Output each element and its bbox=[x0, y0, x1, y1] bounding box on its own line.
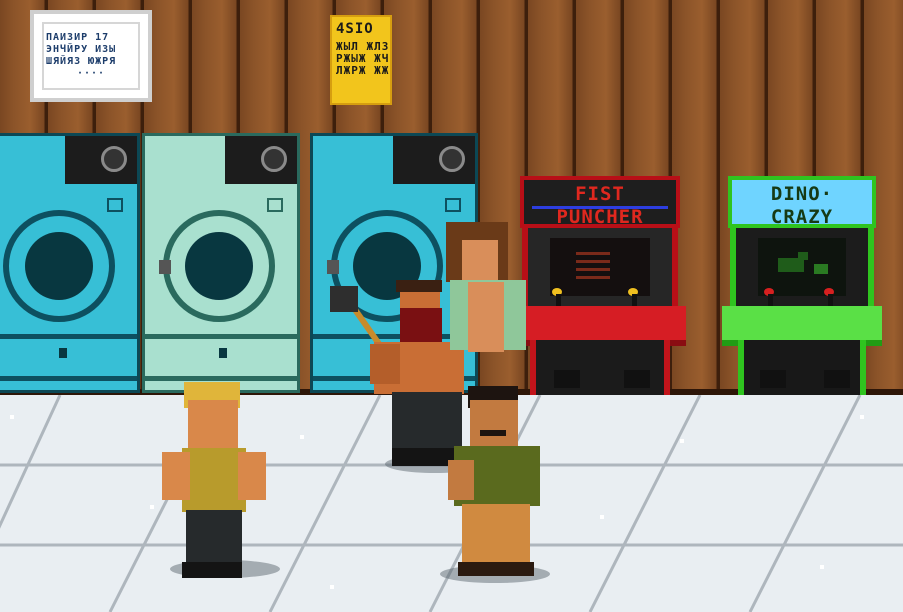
enemy-arm bbox=[448, 460, 474, 500]
arcade-screen-frame bbox=[522, 228, 678, 306]
washer-control-panel bbox=[145, 136, 297, 184]
washer-slot bbox=[267, 198, 283, 212]
arcade-screen bbox=[550, 238, 650, 296]
hammer-head bbox=[330, 286, 358, 312]
washer-control-panel bbox=[313, 136, 475, 184]
yellow-poster: 4SIO ЖЫЛ ЖЛЗ РЖЫЖ ЖЧ ЛЖРЖ ЖЖ bbox=[330, 15, 392, 105]
notice-line: ПАИЗИР 17 bbox=[46, 32, 110, 43]
player-tank-top bbox=[182, 448, 246, 512]
yellow-poster-text: 4SIO ЖЫЛ ЖЛЗ РЖЫЖ ЖЧ ЛЖРЖ ЖЖ bbox=[336, 21, 390, 77]
arcade-marquee: FIST PUNCHER bbox=[520, 176, 680, 228]
washer-door bbox=[163, 210, 275, 322]
notice-poster: ПАИЗИР 17 ЭНЧЙРУ ИЗЫ ШЯЙЯЗ ЮЖРЯ ···· bbox=[30, 10, 152, 102]
player-arm-left bbox=[162, 452, 190, 500]
game-scene: ПАИЗИР 17 ЭНЧЙРУ ИЗЫ ШЯЙЯЗ ЮЖРЯ ···· 4SI… bbox=[0, 0, 903, 612]
arcade-screen bbox=[758, 238, 846, 296]
notice-line: ШЯЙЯЗ ЮЖРЯ bbox=[46, 56, 117, 67]
player-pants bbox=[186, 510, 242, 566]
arcade-marquee: DINO· CRAZY bbox=[728, 176, 876, 228]
arcade-title-line: FIST bbox=[575, 183, 625, 205]
arcade-title-line: DINO· bbox=[770, 183, 834, 205]
notice-line: ···· bbox=[76, 68, 106, 79]
arcade-cabinet-dino-crazy: DINO· CRAZY bbox=[722, 176, 882, 416]
enemy-mustache-mark bbox=[480, 430, 506, 436]
notice-poster-text: ПАИЗИР 17 ЭНЧЙРУ ИЗЫ ШЯЙЯЗ ЮЖРЯ ···· bbox=[46, 32, 136, 80]
yellow-poster-title: 4SIO bbox=[336, 21, 374, 37]
washer-control-panel bbox=[0, 136, 137, 184]
washing-machine-2 bbox=[142, 133, 300, 393]
arcade-cabinet-fist-puncher: FIST PUNCHER bbox=[514, 176, 686, 416]
player-blond-brawler[interactable] bbox=[160, 382, 270, 582]
washer-door bbox=[3, 210, 115, 322]
enemy-long-hair bbox=[440, 222, 540, 362]
washer-dial bbox=[439, 146, 465, 172]
washing-machine-1 bbox=[0, 133, 140, 393]
dino-sprite bbox=[778, 258, 804, 272]
enemy-arm bbox=[370, 344, 400, 384]
washer-slot bbox=[107, 198, 123, 212]
player-head bbox=[188, 400, 238, 448]
arcade-screen-frame bbox=[730, 228, 874, 306]
player-arm-right bbox=[238, 452, 266, 500]
yellow-poster-line: ЛЖРЖ ЖЖ bbox=[336, 64, 390, 77]
enemy-boots bbox=[458, 562, 534, 576]
enemy-mustache bbox=[448, 386, 548, 578]
enemy-head bbox=[462, 240, 498, 280]
notice-line: ЭНЧЙРУ ИЗЫ bbox=[46, 44, 117, 55]
player-boots bbox=[182, 562, 242, 578]
arcade-title-line: PUNCHER bbox=[556, 206, 644, 228]
arcade-title-line: CRAZY bbox=[770, 206, 834, 228]
washer-dial bbox=[101, 146, 127, 172]
enemy-pants bbox=[462, 504, 530, 566]
enemy-head bbox=[470, 400, 518, 448]
washer-dial bbox=[261, 146, 287, 172]
washer-slot bbox=[445, 198, 461, 212]
